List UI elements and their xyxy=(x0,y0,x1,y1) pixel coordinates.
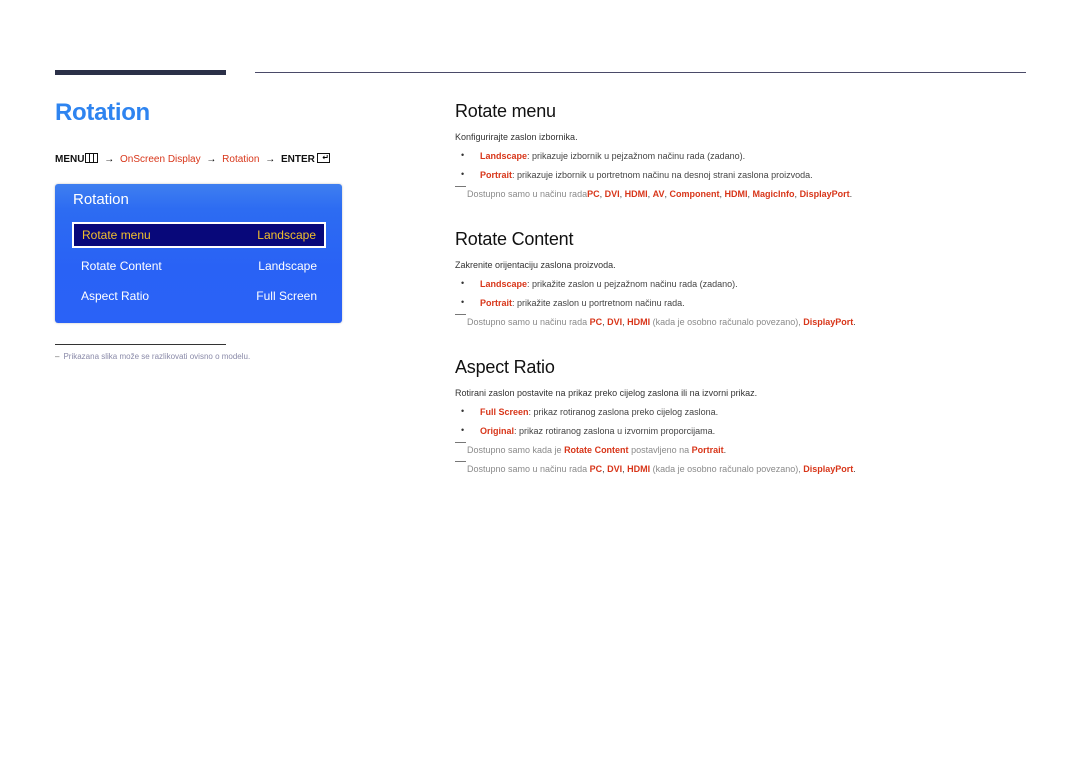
bullet-term: Portrait xyxy=(480,298,513,308)
note-prefix: Dostupno samo u načinu rada xyxy=(467,189,588,199)
note-portrait-only: Dostupno samo kada je Rotate Content pos… xyxy=(455,442,1055,455)
osd-row-label: Rotate menu xyxy=(82,228,151,242)
arrow-icon: → xyxy=(265,154,276,165)
header-rule-thin xyxy=(255,72,1026,73)
section-heading: Rotate Content xyxy=(455,229,574,249)
section-aspect-ratio: Aspect Ratio Rotirani zaslon postavite n… xyxy=(455,357,1055,474)
note-dash-icon xyxy=(455,314,466,315)
note-mode: HDMI xyxy=(724,189,748,199)
note-mid: (kada je osobno računalo povezano), xyxy=(650,464,804,474)
bullet-item: • Portrait: prikazuje izbornik u portretn… xyxy=(455,169,1055,180)
bullet-icon: • xyxy=(461,150,465,160)
bullet-text: : prikazuje izbornik u portretnom načinu… xyxy=(512,170,813,180)
note-mode: PC xyxy=(589,317,603,327)
note-mode: HDMI xyxy=(624,189,648,199)
note-prefix: Dostupno samo u načinu rada xyxy=(467,317,590,327)
note-mode: Component xyxy=(669,189,720,199)
osd-row-label: Aspect Ratio xyxy=(81,289,150,303)
menu-grid-icon xyxy=(85,153,99,163)
section-lead: Rotirani zaslon postavite na prikaz prek… xyxy=(455,388,758,398)
section-lead: Konfigurirajte zaslon izbornika. xyxy=(455,132,578,142)
enter-return-icon: ↵ xyxy=(316,153,330,163)
bullet-item: • Original: prikaz rotiranog zaslona u iz… xyxy=(455,425,1055,436)
osd-row-rotate-menu[interactable]: Rotate menu Landscape xyxy=(72,222,326,248)
menu-label: MENU xyxy=(55,154,85,165)
breadcrumb-onscreen-display: OnScreen Display xyxy=(120,154,201,165)
note-mode: DisplayPort xyxy=(799,189,850,199)
osd-rotation-panel: Rotation Rotate menu Landscape Rotate Co… xyxy=(55,184,342,323)
section-lead: Zakrenite orijentaciju zaslona proizvoda… xyxy=(455,260,616,270)
breadcrumb-rotation: Rotation xyxy=(222,154,260,165)
osd-row-value: Landscape xyxy=(258,259,317,273)
note-mode: PC xyxy=(589,464,603,474)
osd-row-value: Full Screen xyxy=(256,289,317,303)
note-mode: PC xyxy=(587,189,600,199)
arrow-icon: → xyxy=(104,154,115,165)
section-heading: Rotate menu xyxy=(455,101,556,121)
osd-row-label: Rotate Content xyxy=(81,259,162,273)
osd-row-rotate-content[interactable]: Rotate Content Landscape xyxy=(72,253,326,279)
note-mid: postavljeno na xyxy=(628,445,692,455)
bullet-term: Landscape xyxy=(480,279,528,289)
bullet-term: Original xyxy=(480,426,515,436)
note-mode: AV xyxy=(652,189,665,199)
note-dash-icon xyxy=(455,442,466,443)
note-mode: MagicInfo xyxy=(752,189,795,199)
osd-row-aspect-ratio[interactable]: Aspect Ratio Full Screen xyxy=(72,283,326,309)
bullet-text: : prikazuje izbornik u pejzažnom načinu … xyxy=(527,151,746,161)
note-availability: Dostupno samo u načinu rada PC, DVI, HDM… xyxy=(455,461,1055,474)
bullet-icon: • xyxy=(461,406,465,416)
osd-title: Rotation xyxy=(73,191,129,208)
bullet-icon: • xyxy=(461,425,465,435)
section-rotate-menu: Rotate menu Konfigurirajte zaslon izborn… xyxy=(455,101,1055,199)
section-heading: Aspect Ratio xyxy=(455,357,555,377)
bullet-text: : prikažite zaslon u pejzažnom načinu ra… xyxy=(527,279,738,289)
note-dash-icon xyxy=(455,461,466,462)
note-mode: DVI xyxy=(604,189,620,199)
arrow-icon: → xyxy=(206,154,217,165)
footnote-divider xyxy=(55,344,226,345)
note-dash-icon xyxy=(455,186,466,187)
bullet-icon: • xyxy=(461,278,465,288)
bullet-item: • Full Screen: prikaz rotiranog zaslona p… xyxy=(455,406,1055,417)
note-mode: DisplayPort xyxy=(803,464,854,474)
note-prefix: Dostupno samo kada je xyxy=(467,445,565,455)
section-rotate-content: Rotate Content Zakrenite orijentaciju za… xyxy=(455,229,1055,327)
menu-path-breadcrumb: MENU → OnScreen Display → Rotation → ENT… xyxy=(55,153,330,165)
note-mode: DVI xyxy=(607,317,623,327)
enter-label: ENTER xyxy=(280,154,315,165)
page-title: Rotation xyxy=(55,99,150,126)
note-term: Rotate Content xyxy=(564,445,629,455)
bullet-text: : prikaz rotiranog zaslona u izvornim pr… xyxy=(514,426,716,436)
header-rule-thick xyxy=(55,70,226,75)
note-mode: DVI xyxy=(607,464,623,474)
osd-row-value: Landscape xyxy=(257,228,316,242)
bullet-icon: • xyxy=(461,297,465,307)
footnote-dash: – xyxy=(55,352,60,361)
bullet-icon: • xyxy=(461,169,465,179)
note-mode: DisplayPort xyxy=(803,317,854,327)
footnote-text: Prikazana slika može se razlikovati ovis… xyxy=(63,352,251,361)
note-availability: Dostupno samo u načinu radaPC, DVI, HDMI… xyxy=(455,186,1055,199)
bullet-term: Full Screen xyxy=(480,407,529,417)
note-term: Portrait xyxy=(691,445,724,455)
note-availability: Dostupno samo u načinu rada PC, DVI, HDM… xyxy=(455,314,1055,327)
bullet-term: Portrait xyxy=(480,170,513,180)
bullet-item: • Landscape: prikažite zaslon u pejzažnom… xyxy=(455,278,1055,289)
bullet-text: : prikaz rotiranog zaslona preko cijelog… xyxy=(528,407,719,417)
bullet-item: • Portrait: prikažite zaslon u portretnom… xyxy=(455,297,1055,308)
bullet-item: • Landscape: prikazuje izbornik u pejzažn… xyxy=(455,150,1055,161)
note-mode: HDMI xyxy=(627,317,651,327)
bullet-term: Landscape xyxy=(480,151,528,161)
note-mid: (kada je osobno računalo povezano), xyxy=(650,317,804,327)
note-prefix: Dostupno samo u načinu rada xyxy=(467,464,590,474)
bullet-text: : prikažite zaslon u portretnom načinu r… xyxy=(512,298,685,308)
footnote: – Prikazana slika može se razlikovati ovi… xyxy=(55,352,250,361)
note-mode: HDMI xyxy=(627,464,651,474)
